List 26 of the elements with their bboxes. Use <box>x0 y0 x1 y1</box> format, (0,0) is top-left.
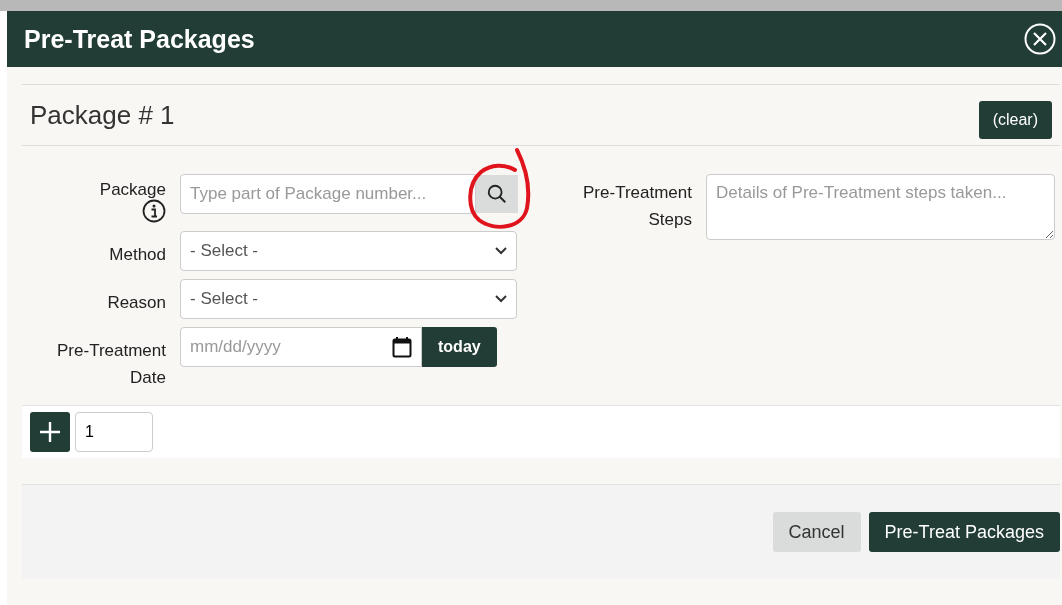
info-icon[interactable] <box>142 199 166 223</box>
submit-button[interactable]: Pre-Treat Packages <box>868 512 1060 552</box>
package-search-field[interactable]: Type part of Package number... <box>180 174 476 214</box>
close-icon[interactable] <box>1024 23 1056 55</box>
select-dropdown[interactable]: - Select - <box>180 279 517 319</box>
search-icon <box>486 183 508 205</box>
calendar-icon[interactable] <box>392 336 412 358</box>
add-button[interactable] <box>30 412 70 452</box>
count-field[interactable]: 1 <box>75 412 153 452</box>
field-label: Pre-Treatment Date <box>56 340 166 389</box>
clear-button[interactable]: (clear) <box>978 101 1052 139</box>
today-button[interactable]: today <box>422 327 497 367</box>
field-label: Reason <box>107 292 166 314</box>
chevron-icon <box>495 295 507 303</box>
search-button[interactable] <box>476 175 518 213</box>
dialog-title: Pre-Treat Packages <box>24 24 255 54</box>
field-label: Pre-Treatment Steps <box>582 182 692 231</box>
field-label: Package <box>99 179 166 201</box>
field-label: Method <box>109 244 166 266</box>
date-field[interactable]: mm/dd/yyyy <box>180 327 422 367</box>
plus-icon <box>38 420 62 444</box>
package-heading: Package # 1 <box>30 99 175 131</box>
steps-textarea[interactable]: Details of Pre-Treatment steps taken... <box>706 174 1055 240</box>
chevron-icon <box>495 247 507 255</box>
select-dropdown[interactable]: - Select - <box>180 231 517 271</box>
cancel-button[interactable]: Cancel <box>772 512 861 552</box>
